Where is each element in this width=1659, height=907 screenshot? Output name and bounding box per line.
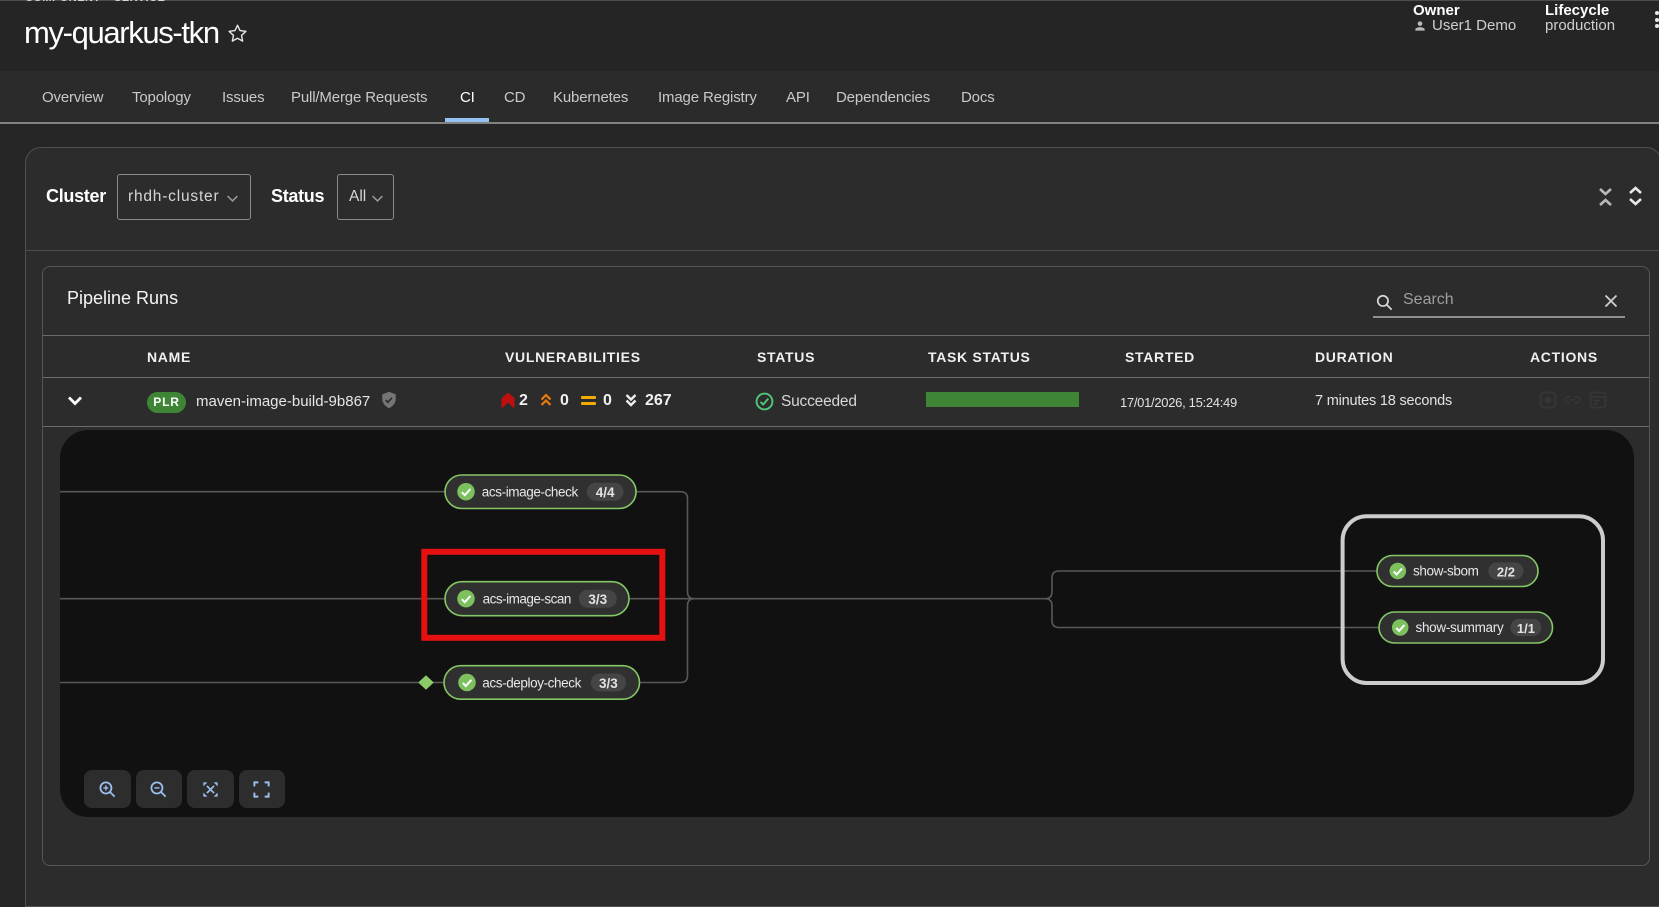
svg-text:show-summary: show-summary <box>1416 620 1504 635</box>
svg-text:show-sbom: show-sbom <box>1413 564 1479 579</box>
svg-text:3/3: 3/3 <box>588 592 607 607</box>
svg-text:acs-image-scan: acs-image-scan <box>483 592 571 607</box>
svg-text:4/4: 4/4 <box>596 485 615 500</box>
svg-text:acs-deploy-check: acs-deploy-check <box>482 675 581 690</box>
svg-text:acs-image-check: acs-image-check <box>482 485 579 500</box>
svg-text:2/2: 2/2 <box>1497 564 1515 579</box>
svg-text:1/1: 1/1 <box>1517 621 1535 636</box>
svg-text:3/3: 3/3 <box>599 676 618 691</box>
